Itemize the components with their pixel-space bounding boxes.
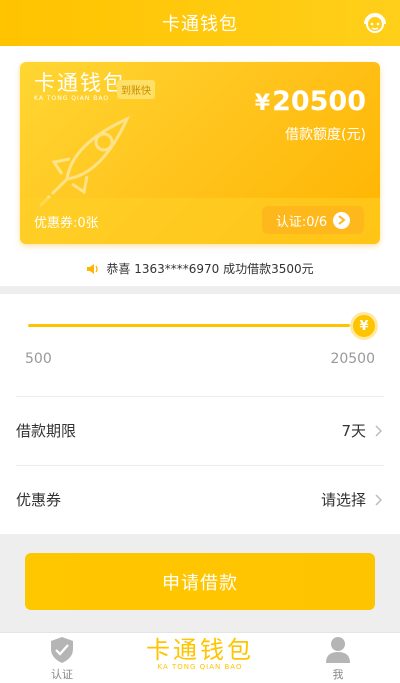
chevron-right-icon [375, 493, 383, 506]
slider-track[interactable] [28, 324, 350, 327]
speaker-icon [87, 263, 99, 274]
loan-card: 卡通钱包 KA TONG QIAN BAO 到账快 ¥ 20500 借款额度(元… [20, 62, 380, 244]
arrow-right-icon [333, 211, 351, 229]
notice-text: 恭喜 1363****6970 成功借款3500元 [106, 262, 314, 276]
coupon-count: 优惠券:0张 [34, 216, 99, 231]
loan-term-value: 7天 [341, 422, 366, 440]
tab-home[interactable]: 卡通钱包 KA TONG QIAN BAO [140, 633, 260, 683]
chevron-right-icon [375, 424, 383, 437]
tab-auth[interactable]: 认证 [40, 633, 84, 683]
card-section: 卡通钱包 KA TONG QIAN BAO 到账快 ¥ 20500 借款额度(元… [0, 46, 400, 286]
loan-amount: ¥ 20500 [254, 86, 366, 117]
slider-thumb[interactable]: ¥ [350, 312, 378, 340]
slider-min-label: 500 [25, 351, 52, 367]
bottom-tab-bar: 认证 卡通钱包 KA TONG QIAN BAO 我 [0, 632, 400, 683]
top-header: 卡通钱包 [0, 0, 400, 46]
amount-label: 借款额度(元) [285, 127, 366, 143]
section-divider [0, 286, 400, 294]
success-notice: 恭喜 1363****6970 成功借款3500元 [0, 260, 400, 277]
apply-loan-button[interactable]: 申请借款 [25, 553, 375, 610]
card-logo: 卡通钱包 KA TONG QIAN BAO [34, 71, 126, 102]
customer-service-icon[interactable] [362, 10, 388, 36]
card-footer: 优惠券:0张 认证:0/6 [20, 198, 380, 244]
coupon-row[interactable]: 优惠券 请选择 [16, 465, 384, 533]
user-icon [326, 637, 350, 663]
app-root: 卡通钱包 卡通钱包 KA TONG QIAN BAO 到账快 ¥ 20500 借… [0, 0, 400, 683]
shield-check-icon [51, 637, 73, 663]
verify-progress-button[interactable]: 认证:0/6 [262, 206, 364, 234]
tab-me[interactable]: 我 [316, 633, 360, 683]
fast-badge: 到账快 [117, 80, 155, 99]
page-title: 卡通钱包 [162, 14, 238, 35]
slider-max-label: 20500 [330, 351, 375, 367]
coupon-value: 请选择 [320, 491, 366, 509]
loan-term-row[interactable]: 借款期限 7天 [16, 396, 384, 464]
amount-slider: ¥ 500 20500 [0, 294, 400, 394]
